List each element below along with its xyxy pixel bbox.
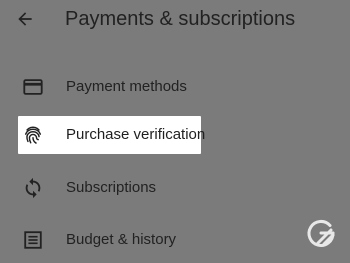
back-button[interactable] (12, 6, 38, 32)
credit-card-icon (22, 76, 44, 98)
arrow-back-icon (18, 12, 32, 26)
menu-item-label: Budget & history (66, 231, 177, 248)
menu-item-label: Purchase verification (66, 126, 206, 143)
page-title: Payments & subscriptions (65, 8, 296, 30)
menu-item-budget-history[interactable]: Budget & history (0, 219, 350, 261)
logo-watermark-icon (304, 216, 338, 250)
fingerprint-icon (22, 124, 44, 146)
menu-item-subscriptions[interactable]: Subscriptions (0, 167, 350, 209)
menu-item-payment-methods[interactable]: Payment methods (0, 66, 350, 108)
menu-item-label: Payment methods (66, 78, 187, 95)
refresh-icon (22, 177, 44, 199)
list-icon (22, 229, 44, 251)
menu-item-label: Subscriptions (66, 179, 157, 196)
top-app-bar: Payments & subscriptions (0, 0, 350, 40)
app-screen: Payments & subscriptions Payment methods… (0, 0, 350, 263)
menu-item-purchase-verification[interactable]: Purchase verification (18, 116, 205, 154)
